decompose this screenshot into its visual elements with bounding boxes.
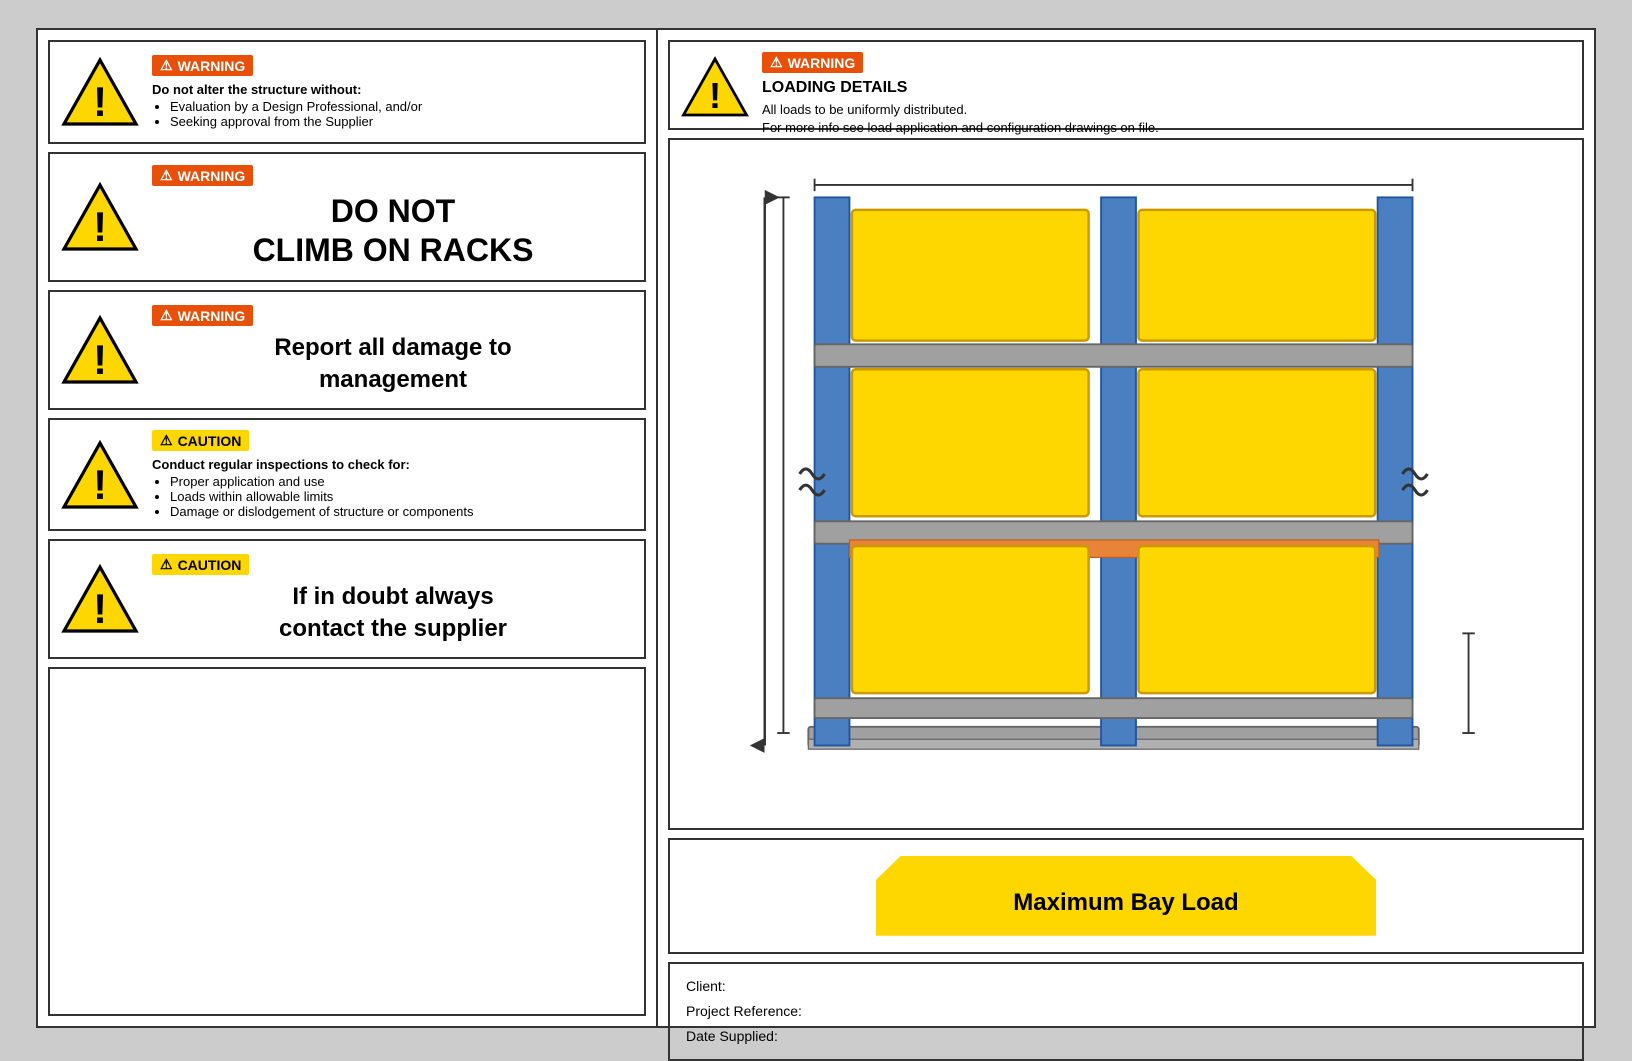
warning-badge-2: ⚠ WARNING: [152, 165, 253, 186]
rack-svg: [690, 160, 1562, 808]
caution-text-4: Conduct regular inspections to check for…: [152, 457, 634, 519]
rack-diagram: [668, 138, 1584, 830]
warning-triangle-icon-3: !: [60, 310, 140, 390]
warning-box-1: ! ⚠ WARNING Do not alter the structure w…: [48, 40, 646, 144]
caution-bullets-4: Proper application and use Loads within …: [152, 474, 634, 519]
client-info: Client: Project Reference: Date Supplied…: [668, 962, 1584, 1061]
badge-exclaim-5: ⚠: [160, 556, 173, 573]
caution-triangle-icon-4: !: [60, 435, 140, 515]
loading-details-content: ⚠ WARNING LOADING DETAILS All loads to b…: [762, 52, 1159, 137]
badge-exclaim-right: ⚠: [770, 54, 783, 71]
svg-text:!: !: [93, 585, 107, 632]
svg-text:!: !: [93, 336, 107, 383]
empty-box: [48, 667, 646, 1016]
warning-triangle-icon-right: !: [680, 52, 750, 122]
warning-box-2: ! ⚠ WARNING DO NOTCLIMB ON RACKS: [48, 152, 646, 282]
svg-text:!: !: [93, 203, 107, 250]
warning-badge-1: ⚠ WARNING: [152, 55, 253, 76]
badge-label-right: WARNING: [788, 55, 856, 71]
badge-label-3: WARNING: [178, 308, 246, 324]
warning-text-1: Do not alter the structure without: Eval…: [152, 82, 634, 129]
warning-triangle-icon-1: !: [60, 52, 140, 132]
max-bay-shape: Maximum Bay Load: [876, 856, 1376, 936]
warning-main-text-1: Do not alter the structure without:: [152, 82, 634, 97]
warning-bullets-1: Evaluation by a Design Professional, and…: [152, 99, 634, 129]
svg-text:!: !: [709, 75, 721, 116]
warning-badge-3: ⚠ WARNING: [152, 305, 253, 326]
svg-text:!: !: [93, 78, 107, 125]
badge-exclaim-3: ⚠: [160, 307, 173, 324]
warning-2-content: ⚠ WARNING DO NOTCLIMB ON RACKS: [152, 165, 634, 269]
max-bay-load-label: Maximum Bay Load: [1013, 874, 1238, 917]
svg-text:!: !: [93, 461, 107, 508]
loading-detail-text1: All loads to be uniformly distributed.: [762, 101, 1159, 119]
bullet-1-1: Evaluation by a Design Professional, and…: [170, 99, 634, 114]
left-panel: ! ⚠ WARNING Do not alter the structure w…: [38, 30, 658, 1026]
warning-1-content: ⚠ WARNING Do not alter the structure wit…: [152, 55, 634, 129]
bullet-1-2: Seeking approval from the Supplier: [170, 114, 634, 129]
badge-label-2: WARNING: [178, 168, 246, 184]
warning-badge-right: ⚠ WARNING: [762, 52, 863, 73]
client-line: Client:: [686, 974, 1566, 999]
warning-title-2: DO NOTCLIMB ON RACKS: [152, 192, 634, 269]
warning-triangle-icon-2: !: [60, 177, 140, 257]
bullet-4-1: Proper application and use: [170, 474, 634, 489]
caution-badge-4: ⚠ CAUTION: [152, 430, 249, 451]
right-panel: ! ⚠ WARNING LOADING DETAILS All loads to…: [658, 30, 1594, 1026]
page: ! ⚠ WARNING Do not alter the structure w…: [36, 28, 1596, 1028]
badge-label-4: CAUTION: [178, 433, 242, 449]
loading-detail-title: LOADING DETAILS: [762, 79, 1159, 97]
caution-box-5: ! ⚠ CAUTION If in doubt alwayscontact th…: [48, 539, 646, 659]
caution-4-content: ⚠ CAUTION Conduct regular inspections to…: [152, 430, 634, 519]
bullet-4-2: Loads within allowable limits: [170, 489, 634, 504]
caution-main-text-4: Conduct regular inspections to check for…: [152, 457, 634, 472]
warning-box-3: ! ⚠ WARNING Report all damage tomanageme…: [48, 290, 646, 410]
warning-3-content: ⚠ WARNING Report all damage tomanagement: [152, 305, 634, 394]
bullet-4-3: Damage or dislodgement of structure or c…: [170, 504, 634, 519]
caution-triangle-icon-5: !: [60, 559, 140, 639]
badge-exclaim-1: ⚠: [160, 57, 173, 74]
caution-title-5: If in doubt alwayscontact the supplier: [152, 581, 634, 643]
caution-badge-5: ⚠ CAUTION: [152, 554, 249, 575]
badge-label-5: CAUTION: [178, 557, 242, 573]
badge-exclaim-4: ⚠: [160, 432, 173, 449]
project-line: Project Reference:: [686, 999, 1566, 1024]
caution-box-4: ! ⚠ CAUTION Conduct regular inspections …: [48, 418, 646, 531]
caution-5-content: ⚠ CAUTION If in doubt alwayscontact the …: [152, 554, 634, 643]
badge-label-1: WARNING: [178, 58, 246, 74]
warning-title-3: Report all damage tomanagement: [152, 332, 634, 394]
badge-exclaim-2: ⚠: [160, 167, 173, 184]
right-header: ! ⚠ WARNING LOADING DETAILS All loads to…: [668, 40, 1584, 130]
max-bay-load-box: Maximum Bay Load: [668, 838, 1584, 954]
date-line: Date Supplied:: [686, 1024, 1566, 1049]
loading-detail-text2: For more info see load application and c…: [762, 119, 1159, 137]
